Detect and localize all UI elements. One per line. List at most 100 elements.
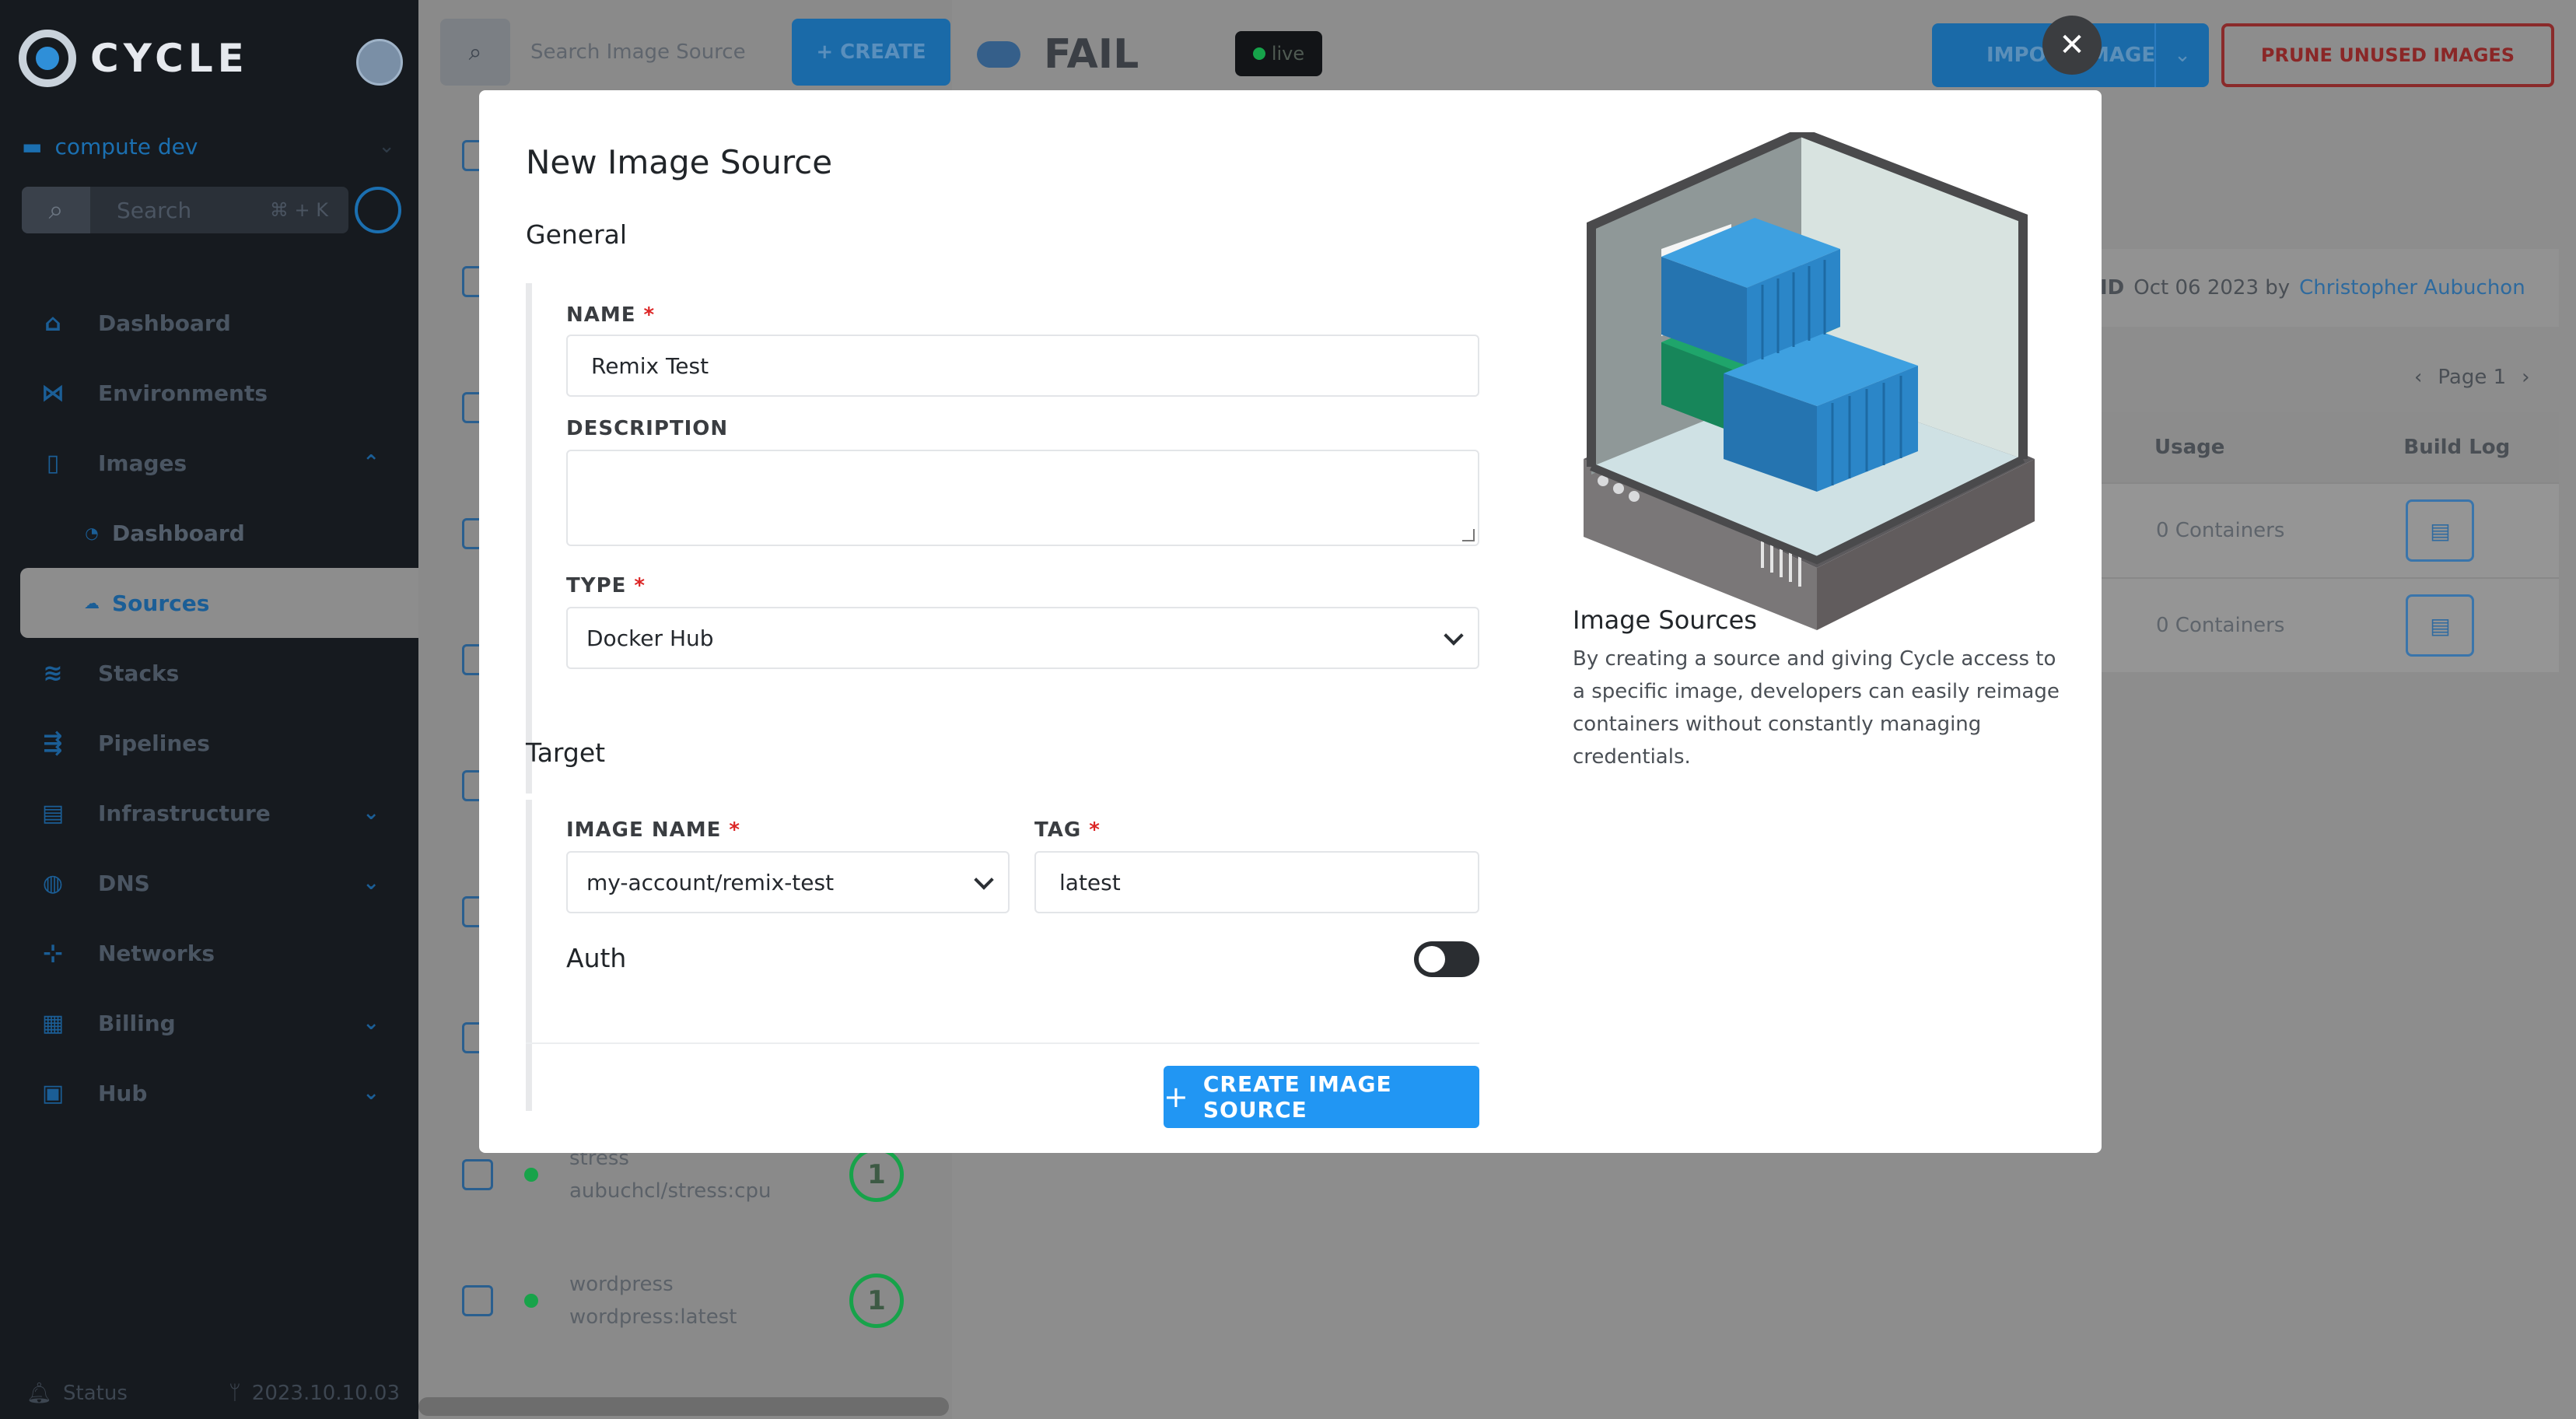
billing-icon: ▦ <box>41 1009 65 1037</box>
sidebar: CYCLE ▬ compute dev ⌄ ⌕ Search ⌘ + K ⌂ D… <box>0 0 418 1419</box>
instance-count: 1 <box>849 1147 904 1202</box>
search-shortcut: ⌘ + K <box>269 199 328 221</box>
horizontal-scrollbar[interactable] <box>418 1397 949 1416</box>
auth-toggle[interactable] <box>1414 941 1479 977</box>
detail-header: FAIL <box>977 31 1139 78</box>
instance-count: 1 <box>849 1274 904 1328</box>
chevron-down-icon: ⌄ <box>362 871 380 895</box>
sidebar-item-infrastructure[interactable]: ▤ Infrastructure ⌄ <box>0 778 418 848</box>
prune-unused-images-button[interactable]: PRUNE UNUSED IMAGES <box>2221 23 2554 87</box>
close-icon[interactable]: ✕ <box>2042 16 2102 75</box>
status-link[interactable]: Status <box>63 1382 128 1405</box>
environments-icon: ⋈ <box>41 379 65 407</box>
sidebar-item-images[interactable]: ▯ Images ⌃ <box>0 428 418 498</box>
status-dot <box>524 1294 538 1308</box>
base-light <box>1613 483 1624 494</box>
table-header: Usage Build Log <box>2100 412 2559 482</box>
version-label: 2023.10.10.03 <box>251 1382 400 1405</box>
image-name-label: IMAGE NAME * <box>566 818 740 842</box>
tag-label: TAG * <box>1034 818 1101 842</box>
chevron-up-icon: ⌃ <box>362 451 380 475</box>
chevron-down-icon <box>974 870 994 890</box>
section-divider <box>526 800 532 1111</box>
type-select[interactable]: Docker Hub <box>566 607 1479 669</box>
list-search-input[interactable]: Search Image Source <box>530 19 772 86</box>
description-textarea[interactable] <box>566 450 1479 546</box>
auth-label: Auth <box>566 943 627 973</box>
pagination: ‹ Page 1 › <box>2414 366 2530 389</box>
chevron-down-icon: ⌄ <box>378 135 395 158</box>
sidebar-item-pipelines[interactable]: ⇶ Pipelines <box>0 708 418 778</box>
environment-selector[interactable]: ▬ compute dev ⌄ <box>22 129 395 163</box>
chevron-down-icon: ⌄ <box>362 1011 380 1035</box>
search-icon: ⌕ <box>468 38 482 66</box>
sidebar-item-networks[interactable]: ⊹ Networks <box>0 918 418 988</box>
images-icon: ▯ <box>46 449 60 477</box>
build-log-button[interactable]: ▤ <box>2406 499 2475 562</box>
chevron-down-icon: ⌄ <box>362 1081 380 1105</box>
home-icon: ⌂ <box>44 309 61 337</box>
file-icon: ▤ <box>2430 612 2451 639</box>
table-row: 0 Containers ▤ <box>2100 482 2559 577</box>
info-title: Image Sources <box>1573 605 1757 635</box>
cycle-logo-icon <box>19 30 76 87</box>
table-row: 0 Containers ▤ <box>2100 577 2559 672</box>
sidebar-item-dashboard[interactable]: ⌂ Dashboard <box>0 288 418 358</box>
info-description: By creating a source and giving Cycle ac… <box>1573 647 2060 769</box>
chevron-down-icon: ⌄ <box>362 801 380 825</box>
list-item[interactable]: wordpress wordpress:latest 1 <box>462 1268 904 1333</box>
sidebar-item-environments[interactable]: ⋈ Environments <box>0 358 418 428</box>
plus-icon: + <box>1164 1080 1189 1114</box>
sidebar-item-hub[interactable]: ▣ Hub ⌄ <box>0 1058 418 1128</box>
pipelines-icon: ⇶ <box>43 729 63 757</box>
page-title: FAIL <box>1044 31 1139 78</box>
row-checkbox[interactable] <box>462 1285 493 1316</box>
environment-name: compute dev <box>54 133 198 159</box>
branch-icon: ᛘ <box>229 1382 241 1405</box>
sidebar-item-stacks[interactable]: ≋ Stacks <box>0 638 418 708</box>
help-icon[interactable] <box>355 187 401 233</box>
create-image-source-button[interactable]: + CREATE IMAGE SOURCE <box>1164 1066 1479 1128</box>
networks-icon: ⊹ <box>43 939 63 967</box>
sidebar-item-images-dashboard[interactable]: ◔ Dashboard <box>0 498 418 568</box>
chevron-down-icon[interactable]: ⌄ <box>2154 23 2209 87</box>
list-toolbar: ⌕ Search Image Source + CREATE <box>440 19 950 86</box>
folder-icon: ▬ <box>22 133 43 159</box>
name-input[interactable] <box>566 335 1479 397</box>
sidebar-item-billing[interactable]: ▦ Billing ⌄ <box>0 988 418 1058</box>
cloud-icon <box>977 41 1020 68</box>
status-dot <box>1252 47 1265 60</box>
status-dot <box>524 1168 538 1182</box>
required-asterisk: * <box>643 303 656 327</box>
sidebar-item-dns[interactable]: ◍ DNS ⌄ <box>0 848 418 918</box>
sidebar-item-sources[interactable]: ☁ Sources <box>20 568 418 638</box>
footer-divider <box>526 1042 1479 1044</box>
tag-input[interactable] <box>1034 851 1479 913</box>
search-icon: ⌕ <box>22 187 90 233</box>
chevron-left-icon[interactable]: ‹ <box>2414 366 2422 389</box>
resize-handle-icon[interactable] <box>1462 529 1475 541</box>
sidebar-nav: ⌂ Dashboard ⋈ Environments ▯ Images ⌃ ◔ … <box>0 288 418 1128</box>
required-asterisk: * <box>729 818 740 842</box>
section-divider <box>526 283 532 794</box>
build-log-button[interactable]: ▤ <box>2406 594 2475 657</box>
toggle-knob <box>1419 946 1445 972</box>
live-badge: live <box>1235 31 1322 76</box>
new-image-source-modal: New Image Source General NAME* DESCRIPTI… <box>479 90 2102 1153</box>
stacks-icon: ≋ <box>43 659 63 687</box>
hub-icon: ▣ <box>41 1079 65 1107</box>
create-button[interactable]: + CREATE <box>792 19 950 86</box>
filter-toggle-button[interactable]: ⌕ <box>440 19 510 86</box>
name-label: NAME * <box>566 303 656 327</box>
infrastructure-icon: ▤ <box>41 799 65 827</box>
sidebar-search[interactable]: ⌕ Search ⌘ + K <box>22 187 348 233</box>
row-checkbox[interactable] <box>462 1159 493 1190</box>
image-name-select[interactable]: my-account/remix-test <box>566 851 1010 913</box>
chevron-down-icon <box>1444 625 1464 646</box>
author-link[interactable]: Christopher Aubuchon <box>2299 276 2525 300</box>
shipping-containers-illustration <box>1584 132 2035 630</box>
avatar[interactable] <box>356 39 403 86</box>
chevron-right-icon[interactable]: › <box>2522 366 2529 389</box>
cycle-logo[interactable]: CYCLE <box>19 30 249 87</box>
required-asterisk: * <box>634 574 646 597</box>
